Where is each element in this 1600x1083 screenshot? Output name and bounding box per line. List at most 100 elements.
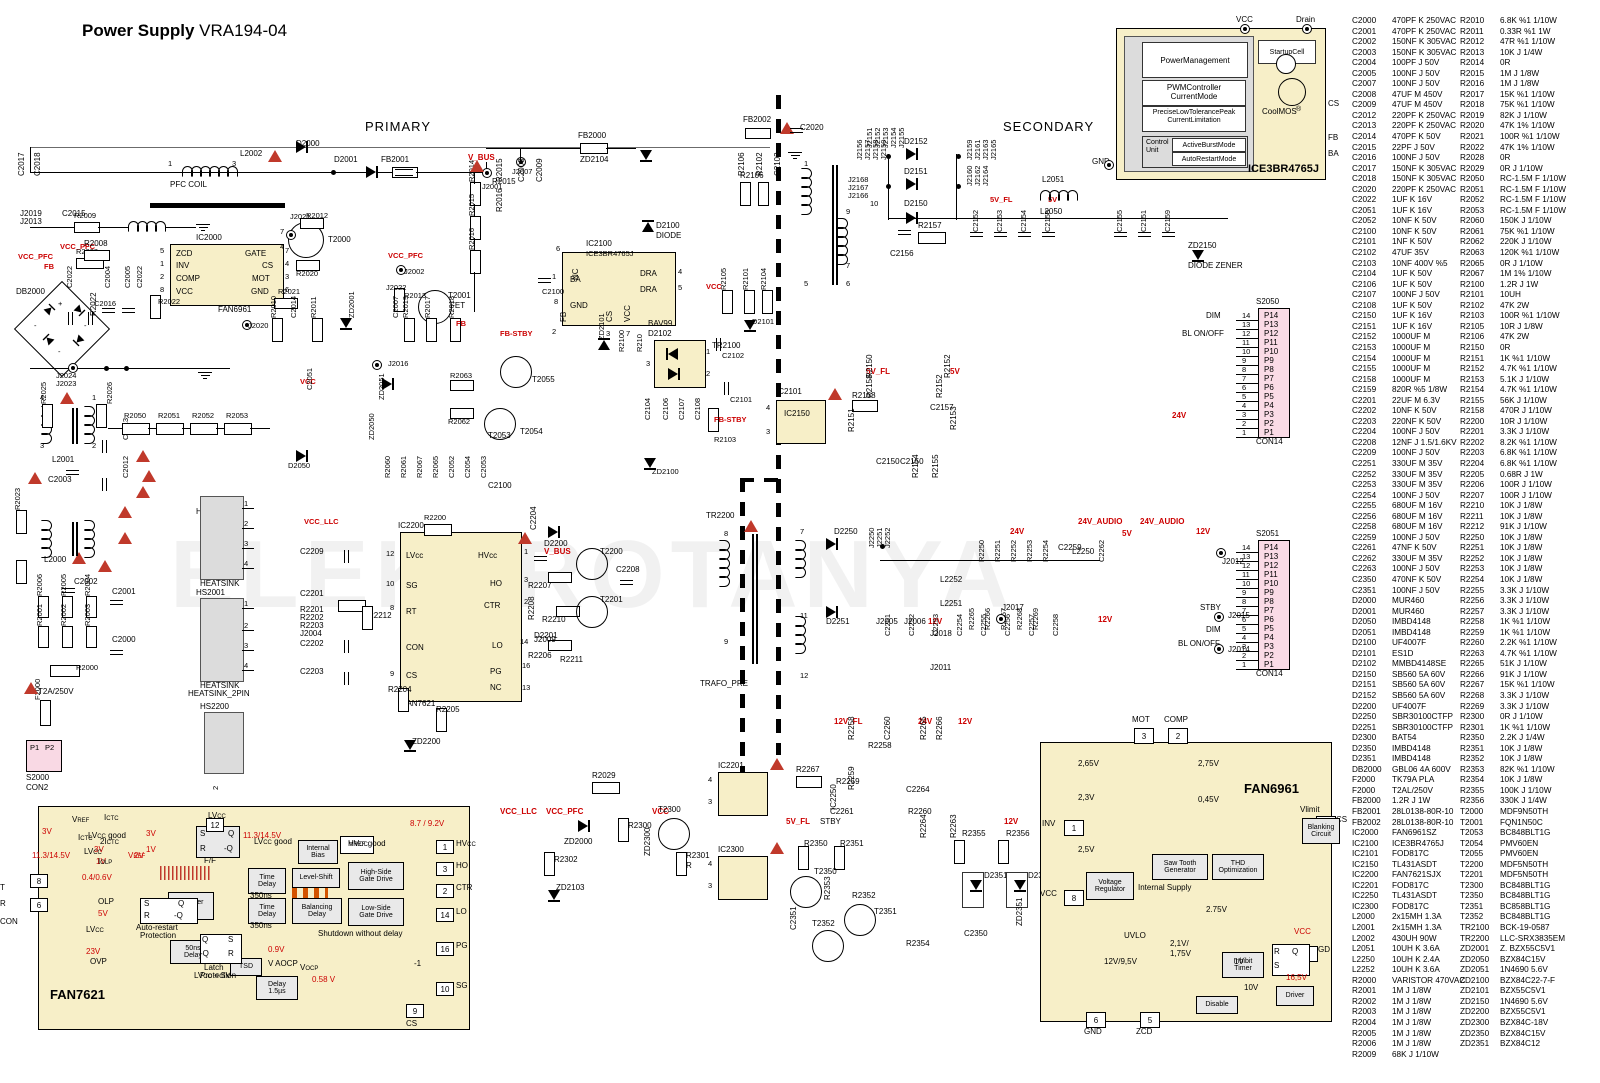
connector-pin-wire (1236, 428, 1258, 429)
connector-pin-label[interactable]: P7 (1264, 375, 1274, 383)
part-ref: FB2002 (1352, 817, 1381, 827)
connector-pin-wire (1236, 597, 1258, 598)
parts-list-col1: C2000 470PF K 250VAC C2001 470PF K 250VAC C2… (1352, 16, 1465, 1060)
connector-pin-number: 14 (1242, 543, 1251, 552)
parts-list-row: R2352 10K J 1/8W (1460, 754, 1566, 765)
connector-pin-label[interactable]: P5 (1264, 393, 1274, 401)
connector-pin-label[interactable]: P4 (1264, 402, 1274, 410)
part-value: 75K %1 1/10W (1500, 100, 1555, 110)
parts-list-row: C2203 220NF K 50V (1352, 417, 1465, 428)
net-24v: 24V (1010, 527, 1025, 536)
part-value: 330UF M 35V (1392, 553, 1443, 563)
r2052 (190, 423, 218, 435)
part-ref: L2250 (1352, 954, 1375, 964)
part-value: 100NF J 50V (1392, 564, 1440, 574)
part-value: 1K %1 1/10W (1500, 617, 1551, 627)
part-value: BC848BLT1G (1500, 912, 1551, 922)
r2050 (122, 423, 150, 435)
connector-pin-label[interactable]: P7 (1264, 607, 1274, 615)
net-24v-audio-2: 24V_AUDIO (1140, 517, 1185, 526)
part-value: 150NF K 305VAC (1392, 47, 1457, 57)
part-value: 10NF K 50V (1392, 216, 1437, 226)
fan6961-pin-3: 3 (1134, 728, 1154, 744)
connector-pin-label[interactable]: P8 (1264, 598, 1274, 606)
connector-pin-label[interactable]: P1 (1264, 661, 1274, 669)
part-value: BZX55C5V1 (1500, 986, 1546, 996)
connector-pin-label[interactable]: P13 (1264, 321, 1278, 329)
connector-pin-label[interactable]: P9 (1264, 357, 1274, 365)
ic2000-pin-gate: GATE (245, 249, 267, 258)
connector-pin-label[interactable]: P8 (1264, 366, 1274, 374)
connector-pin-label[interactable]: P3 (1264, 411, 1274, 419)
ic2100-pin-gnd: GND (570, 301, 588, 310)
part-value: 1M J 1/8W (1392, 1028, 1432, 1038)
connector-pin-label[interactable]: P3 (1264, 643, 1274, 651)
ic2000-pin-gnd: GND (251, 287, 269, 296)
fan6961-internalsupply: Internal Supply (1138, 883, 1192, 892)
part-ref: D2350 (1352, 743, 1377, 753)
part-value: 1000UF M (1392, 332, 1431, 342)
parts-list-row: IC2000 FAN6961SZ (1352, 828, 1465, 839)
connector-pin-label[interactable]: P2 (1264, 652, 1274, 660)
connector-pin-label[interactable]: P6 (1264, 384, 1274, 392)
parts-list-row: T2053 BC848BLT1G (1460, 828, 1566, 839)
part-value: 0R J 1/10W (1500, 258, 1543, 268)
connector-pin-label[interactable]: P13 (1264, 553, 1278, 561)
connector-pin-label[interactable]: P6 (1264, 616, 1274, 624)
part-ref: L2051 (1352, 944, 1375, 954)
part-value: 1M J 1/8W (1392, 986, 1432, 996)
parts-list-row: R2009 68K J 1/10W (1352, 1050, 1465, 1061)
connector-pin-label[interactable]: P2 (1264, 420, 1274, 428)
part-ref: T2350 (1460, 891, 1484, 901)
part-ref: R2253 (1460, 564, 1485, 574)
connector-pin-label[interactable]: P10 (1264, 348, 1278, 356)
connector-pin-label[interactable]: P14 (1264, 312, 1278, 320)
part-ref: T2351 (1460, 901, 1484, 911)
parts-list-row: R2002 1M J 1/8W (1352, 997, 1465, 1008)
connector-pin-label[interactable]: P11 (1264, 571, 1278, 579)
parts-list-row: C2022 1UF K 16V (1352, 195, 1465, 206)
connector-pin-label[interactable]: P4 (1264, 634, 1274, 642)
ic2100-ice3br4765j[interactable] (562, 252, 676, 326)
parts-list-row: R2257 3.3K J 1/10W (1460, 607, 1566, 618)
connector-pin-label[interactable]: P12 (1264, 330, 1278, 338)
connector-pin-number: 1 (1242, 660, 1247, 669)
part-value: MDF5N50TH (1500, 870, 1549, 880)
part-ref: R2011 (1460, 26, 1484, 36)
part-ref: FB2001 (1352, 807, 1381, 817)
r2009 (74, 222, 100, 233)
connector-pin-label[interactable]: P1 (1264, 429, 1274, 437)
connector-pin-label[interactable]: P10 (1264, 580, 1278, 588)
part-ref: ZD2200 (1460, 1007, 1490, 1017)
part-ref: C2153 (1352, 342, 1377, 352)
parts-list-row: R2051 RC-1.5M F 1/10W (1460, 185, 1566, 196)
connector-pin-label[interactable]: P9 (1264, 589, 1274, 597)
connector-pin-label[interactable]: P14 (1264, 544, 1278, 552)
parts-list-col2: R2010 6.8K %1 1/10W R2011 0.33R %1 1W R2012 4… (1460, 16, 1566, 1050)
fan6961-uvlo: UVLO (1124, 931, 1146, 940)
parts-list-row: C2020 220PF K 250VAC (1352, 185, 1465, 196)
part-value: GBL06 4A 600V (1392, 764, 1451, 774)
part-value: 330UF M 35V (1392, 469, 1443, 479)
part-value: 0R J 1/10W (1500, 712, 1543, 722)
ic2200-pin-rt: RT (406, 607, 417, 616)
fan6961-disable: Disable (1196, 996, 1238, 1014)
part-ref: IC2250 (1352, 891, 1379, 901)
part-value: 47UF M 450V (1392, 100, 1443, 110)
connector-pin-label[interactable]: P12 (1264, 562, 1278, 570)
part-value: 1000UF M (1392, 364, 1431, 374)
part-ref: R2102 (1460, 300, 1485, 310)
connector-pin-label[interactable]: P5 (1264, 625, 1274, 633)
part-value: FOD817C (1392, 880, 1429, 890)
part-value: 1M 1% 1/10W (1500, 269, 1552, 279)
parts-list-row: R2350 2.2K J 1/4W (1460, 733, 1566, 744)
part-ref: R2352 (1460, 754, 1485, 764)
ic2000-name: FAN6961 (218, 305, 252, 314)
part-ref: R2012 (1460, 37, 1485, 47)
parts-list-row: R2003 1M J 1/8W (1352, 1007, 1465, 1018)
part-ref: R2022 (1460, 142, 1485, 152)
ice-drain-pin: Drain (1296, 15, 1316, 24)
part-ref: C2106 (1352, 279, 1377, 289)
connector-pin-label[interactable]: P11 (1264, 339, 1278, 347)
part-value: 91K J 1/10W (1500, 669, 1547, 679)
